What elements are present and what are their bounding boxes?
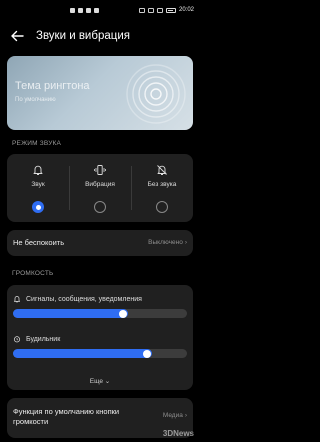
dnd-label: Не беспокоить [13, 238, 65, 247]
notification-icons [70, 8, 99, 13]
wifi-icon [147, 7, 154, 13]
alarm-volume-row: Будильник [13, 335, 187, 358]
radio-silent[interactable] [156, 201, 168, 213]
notification-icon [78, 8, 83, 13]
volume-section-label: ГРОМКОСТЬ [12, 270, 54, 277]
banner-subtitle: По умолчанию [15, 97, 56, 103]
chevron-right-icon: › [184, 239, 187, 246]
alarm-volume-label: Будильник [26, 335, 61, 343]
notifications-volume-slider[interactable] [13, 309, 187, 318]
back-arrow-icon[interactable] [10, 26, 30, 46]
status-time: 20:02 [178, 7, 194, 13]
banner-title: Тема рингтона [15, 80, 90, 92]
signal-icon [156, 7, 163, 13]
slider-thumb[interactable] [118, 309, 127, 318]
slider-fill [13, 349, 153, 358]
radio-sound[interactable] [32, 201, 44, 213]
notification-icon [70, 8, 75, 13]
status-indicators: 20:02 [138, 7, 194, 13]
alarm-clock-icon [13, 336, 21, 343]
mode-option-vibration[interactable]: Вибрация [69, 154, 131, 222]
do-not-disturb-row[interactable]: Не беспокоить Выключено › [7, 230, 193, 256]
status-bar: 20:02 [0, 0, 200, 22]
page-title: Звуки и вибрация [36, 30, 130, 42]
header: Звуки и вибрация [0, 24, 200, 48]
volume-button-function-label: Функция по умолчанию кнопки громкости [13, 407, 120, 426]
mode-option-sound[interactable]: Звук [7, 154, 69, 222]
mode-option-label: Вибрация [85, 181, 115, 188]
mode-option-label: Без звука [147, 181, 177, 188]
sound-waves-icon [126, 64, 186, 124]
more-button[interactable]: Еще ⌄ [7, 377, 193, 385]
notification-icon [86, 8, 91, 13]
notifications-volume-label: Сигналы, сообщения, уведомления [26, 295, 142, 303]
radio-vibration[interactable] [94, 201, 106, 213]
volume-button-function-value: Медиа › [162, 412, 187, 419]
slider-thumb[interactable] [143, 349, 152, 358]
battery-icon [165, 7, 176, 13]
mode-option-silent[interactable]: Без звука [131, 154, 193, 222]
dnd-value: Выключено › [148, 239, 187, 246]
mode-option-label: Звук [31, 181, 45, 188]
slider-fill [13, 309, 128, 318]
alarm-volume-slider[interactable] [13, 349, 187, 358]
watermark: 3DNews [162, 429, 194, 438]
bell-icon [13, 296, 21, 303]
bell-icon [33, 165, 43, 175]
sound-mode-section-label: РЕЖИМ ЗВУКА [12, 140, 62, 147]
notifications-volume-row: Сигналы, сообщения, уведомления [13, 295, 187, 318]
ringtone-theme-banner[interactable]: Тема рингтона По умолчанию [7, 56, 193, 130]
chevron-down-icon: ⌄ [104, 378, 111, 385]
sound-mode-card: Звук Вибрация Без звука [7, 154, 193, 222]
notification-icon [94, 8, 99, 13]
nfc-icon [138, 7, 145, 13]
chevron-right-icon: › [184, 412, 187, 419]
vibrate-icon [94, 165, 106, 175]
volume-card: Сигналы, сообщения, уведомления Будильни… [7, 285, 193, 390]
bell-off-icon [157, 165, 167, 175]
